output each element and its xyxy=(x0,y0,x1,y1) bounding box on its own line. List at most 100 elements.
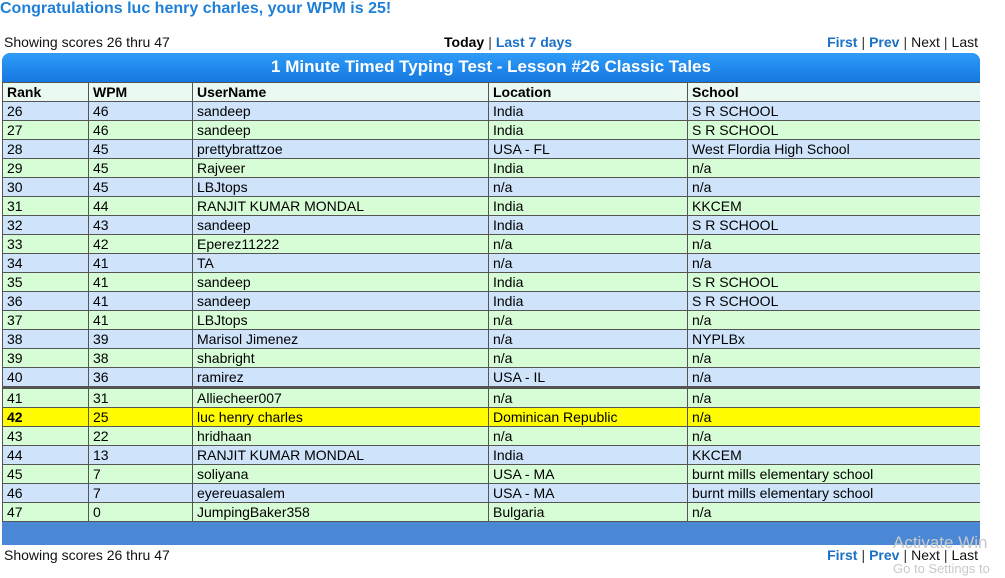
table-row: 43 22 hridhaan n/a n/a xyxy=(2,426,980,446)
cell-rank: 38 xyxy=(2,329,89,349)
cell-wpm: 36 xyxy=(88,367,193,388)
pager-bottom: First | Prev | Next | Last xyxy=(827,547,978,563)
table-row: 27 46 sandeep India S R SCHOOL xyxy=(2,120,980,140)
showing-scores-text: Showing scores 26 thru 47 xyxy=(4,34,170,50)
top-nav-row: Showing scores 26 thru 47 Today | Last 7 d… xyxy=(0,34,980,52)
cell-username: sandeep xyxy=(192,272,489,292)
header-rank: Rank xyxy=(2,82,89,102)
period-today: Today xyxy=(444,34,485,50)
separator: | xyxy=(861,34,866,50)
period-selector: Today | Last 7 days xyxy=(444,34,572,50)
cell-wpm: 38 xyxy=(88,348,193,368)
cell-school: n/a xyxy=(687,426,980,446)
cell-location: n/a xyxy=(488,426,688,446)
cell-school: n/a xyxy=(687,234,980,254)
cell-wpm: 0 xyxy=(88,502,193,522)
cell-school: n/a xyxy=(687,367,980,388)
cell-school: S R SCHOOL xyxy=(687,291,980,311)
cell-username: sandeep xyxy=(192,101,489,121)
cell-rank: 39 xyxy=(2,348,89,368)
cell-wpm: 45 xyxy=(88,139,193,159)
cell-location: India xyxy=(488,101,688,121)
cell-username: sandeep xyxy=(192,215,489,235)
cell-school: S R SCHOOL xyxy=(687,215,980,235)
cell-username: hridhaan xyxy=(192,426,489,446)
cell-school: KKCEM xyxy=(687,196,980,216)
cell-rank: 35 xyxy=(2,272,89,292)
pager-next-link-bottom[interactable]: Next xyxy=(911,547,940,563)
pager-first-link[interactable]: First xyxy=(827,34,857,50)
cell-username: RANJIT KUMAR MONDAL xyxy=(192,445,489,465)
period-last7-link[interactable]: Last 7 days xyxy=(496,34,572,50)
separator: | xyxy=(903,547,908,563)
scores-panel: 1 Minute Timed Typing Test - Lesson #26 … xyxy=(2,53,980,545)
cell-rank: 31 xyxy=(2,196,89,216)
cell-location: India xyxy=(488,291,688,311)
cell-location: India xyxy=(488,196,688,216)
cell-rank: 44 xyxy=(2,445,89,465)
table-row: 36 41 sandeep India S R SCHOOL xyxy=(2,291,980,311)
cell-school: S R SCHOOL xyxy=(687,120,980,140)
cell-location: USA - MA xyxy=(488,464,688,484)
cell-username: sandeep xyxy=(192,291,489,311)
separator: | xyxy=(488,34,492,50)
cell-wpm: 7 xyxy=(88,483,193,503)
cell-rank: 42 xyxy=(2,407,89,427)
cell-school: n/a xyxy=(687,158,980,178)
table-row: 41 31 Alliecheer007 n/a n/a xyxy=(2,386,980,408)
table-row: 35 41 sandeep India S R SCHOOL xyxy=(2,272,980,292)
cell-username: LBJtops xyxy=(192,310,489,330)
cell-username: RANJIT KUMAR MONDAL xyxy=(192,196,489,216)
cell-username: eyereuasalem xyxy=(192,483,489,503)
scores-table: Rank WPM UserName Location School 26 46 sa… xyxy=(2,82,980,522)
cell-wpm: 7 xyxy=(88,464,193,484)
table-row: 37 41 LBJtops n/a n/a xyxy=(2,310,980,330)
separator: | xyxy=(943,547,948,563)
pager-last-link[interactable]: Last xyxy=(952,34,978,50)
cell-school: n/a xyxy=(687,502,980,522)
pager-first-link-bottom[interactable]: First xyxy=(827,547,857,563)
showing-scores-text-bottom: Showing scores 26 thru 47 xyxy=(4,547,170,563)
cell-wpm: 41 xyxy=(88,310,193,330)
cell-location: Dominican Republic xyxy=(488,407,688,427)
cell-school: S R SCHOOL xyxy=(687,101,980,121)
pager-next-link[interactable]: Next xyxy=(911,34,940,50)
table-row: 30 45 LBJtops n/a n/a xyxy=(2,177,980,197)
cell-username: TA xyxy=(192,253,489,273)
header-location: Location xyxy=(488,82,688,102)
cell-wpm: 44 xyxy=(88,196,193,216)
cell-username: LBJtops xyxy=(192,177,489,197)
cell-school: KKCEM xyxy=(687,445,980,465)
pager-prev-link-bottom[interactable]: Prev xyxy=(869,547,899,563)
pager-last-link-bottom[interactable]: Last xyxy=(952,547,978,563)
cell-school: n/a xyxy=(687,386,980,408)
pager-top: First | Prev | Next | Last xyxy=(827,34,978,50)
table-row: 45 7 soliyana USA - MA burnt mills elementar… xyxy=(2,464,980,484)
cell-rank: 30 xyxy=(2,177,89,197)
table-title: 1 Minute Timed Typing Test - Lesson #26 … xyxy=(2,53,980,82)
cell-wpm: 46 xyxy=(88,120,193,140)
cell-location: n/a xyxy=(488,329,688,349)
table-row: 28 45 prettybrattzoe USA - FL West Flordia H… xyxy=(2,139,980,159)
cell-rank: 41 xyxy=(2,386,89,408)
table-row: 44 13 RANJIT KUMAR MONDAL India KKCEM xyxy=(2,445,980,465)
cell-school: S R SCHOOL xyxy=(687,272,980,292)
cell-username: Rajveer xyxy=(192,158,489,178)
cell-username: luc henry charles xyxy=(192,407,489,427)
cell-rank: 27 xyxy=(2,120,89,140)
cell-school: n/a xyxy=(687,407,980,427)
cell-location: n/a xyxy=(488,234,688,254)
cell-location: USA - MA xyxy=(488,483,688,503)
cell-rank: 28 xyxy=(2,139,89,159)
cell-location: n/a xyxy=(488,177,688,197)
table-row: 38 39 Marisol Jimenez n/a NYPLBx xyxy=(2,329,980,349)
pager-prev-link[interactable]: Prev xyxy=(869,34,899,50)
cell-wpm: 13 xyxy=(88,445,193,465)
table-row: 29 45 Rajveer India n/a xyxy=(2,158,980,178)
table-row: 32 43 sandeep India S R SCHOOL xyxy=(2,215,980,235)
cell-school: n/a xyxy=(687,348,980,368)
cell-school: n/a xyxy=(687,310,980,330)
cell-username: JumpingBaker358 xyxy=(192,502,489,522)
cell-location: n/a xyxy=(488,386,688,408)
cell-location: n/a xyxy=(488,253,688,273)
